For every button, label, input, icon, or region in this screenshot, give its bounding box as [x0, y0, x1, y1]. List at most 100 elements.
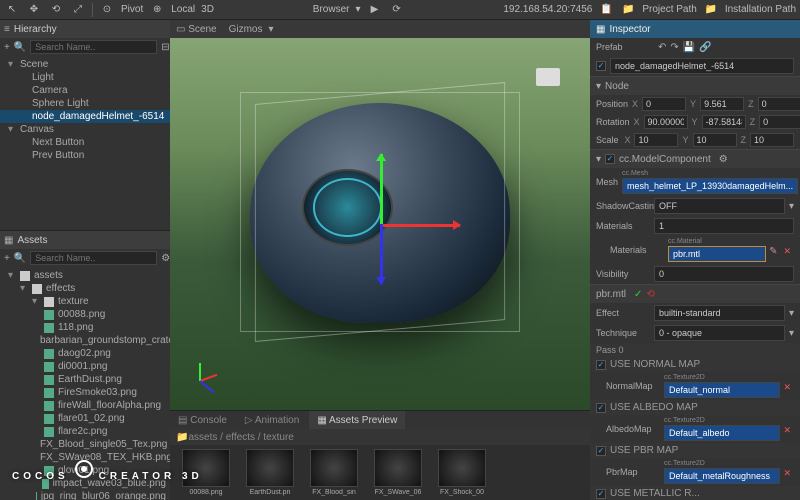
asset-item[interactable]: daog02.png	[0, 347, 170, 360]
chevron-down-icon[interactable]: ▾	[789, 201, 794, 212]
asset-item[interactable]: FX_Blood_single05_Tex.png	[0, 438, 170, 451]
asset-item[interactable]: FireSmoke03.png	[0, 386, 170, 399]
scale-z-input[interactable]	[750, 133, 794, 147]
arrow-icon[interactable]: ↖	[4, 2, 20, 18]
scene-viewport[interactable]	[170, 38, 590, 410]
asset-item[interactable]: barbarian_groundstomp_crater.png	[0, 334, 170, 347]
project-path-btn[interactable]: Project Path	[642, 4, 696, 15]
asset-item[interactable]: EarthDust.png	[0, 373, 170, 386]
edit-material-icon[interactable]: ✎	[766, 246, 780, 262]
visibility-field[interactable]: 0	[654, 266, 794, 282]
clear-icon[interactable]: ✕	[780, 425, 794, 441]
chevron-down-icon[interactable]: ▾	[789, 308, 794, 319]
asset-item[interactable]: fireWall_floorAlpha.png	[0, 399, 170, 412]
asset-item[interactable]: ▾texture	[0, 295, 170, 308]
node-name-field[interactable]: node_damagedHelmet_-6514	[610, 58, 794, 74]
asset-thumbnail[interactable]: 00088.png	[178, 449, 234, 496]
shadow-dropdown[interactable]: OFF	[654, 198, 785, 214]
prefab-back-icon[interactable]: ↶	[658, 42, 666, 53]
pos-z-input[interactable]	[758, 97, 800, 111]
pos-y-input[interactable]	[700, 97, 744, 111]
collapse-icon[interactable]: ⊟	[161, 42, 169, 53]
albedo-map-checkbox[interactable]	[596, 403, 606, 413]
material-field[interactable]: pbr.mtl	[668, 246, 766, 262]
bottom-tab[interactable]: ▷ Animation	[237, 411, 307, 429]
hierarchy-item[interactable]: Camera	[0, 84, 170, 97]
pivot-icon[interactable]: ⊙	[99, 2, 115, 18]
filter-icon[interactable]: ⚙	[161, 253, 170, 264]
asset-item[interactable]: di0001.png	[0, 360, 170, 373]
rot-z-input[interactable]	[759, 115, 800, 129]
browser-dropdown[interactable]: Browser	[313, 4, 350, 15]
scale-icon[interactable]: ⤢	[70, 2, 86, 18]
pbr-map-field[interactable]: Default_metalRoughness	[664, 468, 780, 484]
asset-thumbnail[interactable]: FX_SWave_06	[370, 449, 426, 496]
clear-icon[interactable]: ✕	[780, 382, 794, 398]
asset-item[interactable]: flare2c.png	[0, 425, 170, 438]
revert-icon[interactable]: ⟲	[646, 289, 654, 300]
axis-orientation-gizmo[interactable]	[180, 360, 220, 400]
model-component-header[interactable]: ▾ cc.ModelComponent⚙	[590, 150, 800, 168]
folder-icon[interactable]: 📁	[620, 2, 636, 18]
pbr-map-checkbox[interactable]	[596, 446, 606, 456]
assets-search-input[interactable]	[30, 251, 157, 265]
prefab-save-icon[interactable]: 💾	[683, 42, 695, 53]
local-icon[interactable]: ⊕	[149, 2, 165, 18]
scale-y-input[interactable]	[693, 133, 737, 147]
asset-thumbnail[interactable]: EarthDust.pn	[242, 449, 298, 496]
y-axis-handle[interactable]	[380, 154, 383, 224]
hierarchy-item[interactable]: Light	[0, 71, 170, 84]
asset-item[interactable]: 118.png	[0, 321, 170, 334]
rotate-icon[interactable]: ⟲	[48, 2, 64, 18]
gizmos-dropdown[interactable]: Gizmos	[229, 24, 263, 35]
prefab-link-icon[interactable]: 🔗	[699, 42, 711, 53]
effect-dropdown[interactable]: builtin-standard	[654, 305, 785, 321]
mode-3d[interactable]: 3D	[201, 4, 214, 15]
component-enabled-checkbox[interactable]	[605, 154, 615, 164]
hierarchy-item[interactable]: Sphere Light	[0, 97, 170, 110]
chevron-down-icon[interactable]: ▾	[355, 4, 360, 15]
clear-icon[interactable]: ✕	[780, 468, 794, 484]
asset-item[interactable]: impact_wave03_blue.png	[0, 477, 170, 490]
folder-icon[interactable]: 📁	[703, 2, 719, 18]
bottom-tab[interactable]: ▦ Assets Preview	[309, 411, 405, 429]
asset-item[interactable]: flare01_02.png	[0, 412, 170, 425]
z-axis-handle[interactable]	[380, 224, 383, 284]
x-axis-handle[interactable]	[380, 224, 460, 227]
node-enabled-checkbox[interactable]	[596, 61, 606, 71]
pivot-label[interactable]: Pivot	[121, 4, 143, 15]
scale-x-input[interactable]	[634, 133, 678, 147]
hierarchy-item[interactable]: Prev Button	[0, 149, 170, 162]
asset-item[interactable]: ▾effects	[0, 282, 170, 295]
metallic-checkbox[interactable]	[596, 489, 606, 499]
mesh-field[interactable]: mesh_helmet_LP_13930damagedHelm...	[622, 178, 798, 194]
local-label[interactable]: Local	[171, 4, 195, 15]
hierarchy-item[interactable]: node_damagedHelmet_-6514	[0, 110, 170, 123]
asset-item[interactable]: glow01.png	[0, 464, 170, 477]
rot-x-input[interactable]	[644, 115, 688, 129]
chevron-down-icon[interactable]: ▾	[269, 24, 274, 35]
pos-x-input[interactable]	[642, 97, 686, 111]
assets-breadcrumb[interactable]: 📁 assets / effects / texture	[170, 429, 590, 445]
transform-gizmo[interactable]	[380, 224, 460, 227]
add-icon[interactable]: +	[4, 42, 10, 53]
chevron-down-icon[interactable]: ▾	[789, 328, 794, 339]
asset-thumbnail[interactable]: FX_Blood_sin	[306, 449, 362, 496]
copy-icon[interactable]: 📋	[598, 2, 614, 18]
apply-icon[interactable]: ✓	[634, 289, 642, 300]
normal-map-field[interactable]: Default_normal	[664, 382, 780, 398]
clear-material-icon[interactable]: ✕	[780, 246, 794, 262]
move-icon[interactable]: ✥	[26, 2, 42, 18]
hierarchy-item[interactable]: ▾Canvas	[0, 123, 170, 136]
hierarchy-search-input[interactable]	[30, 40, 157, 54]
asset-item[interactable]: FX_SWave08_TEX_HKB.png	[0, 451, 170, 464]
materials-count-field[interactable]: 1	[654, 218, 794, 234]
bottom-tab[interactable]: ▤ Console	[170, 411, 235, 429]
installation-path-btn[interactable]: Installation Path	[725, 4, 796, 15]
hierarchy-item[interactable]: ▾Scene	[0, 58, 170, 71]
hierarchy-item[interactable]: Next Button	[0, 136, 170, 149]
asset-item[interactable]: 00088.png	[0, 308, 170, 321]
refresh-icon[interactable]: ⟳	[389, 2, 405, 18]
scene-tab[interactable]: ▭ Scene	[176, 24, 217, 35]
albedo-map-field[interactable]: Default_albedo	[664, 425, 780, 441]
